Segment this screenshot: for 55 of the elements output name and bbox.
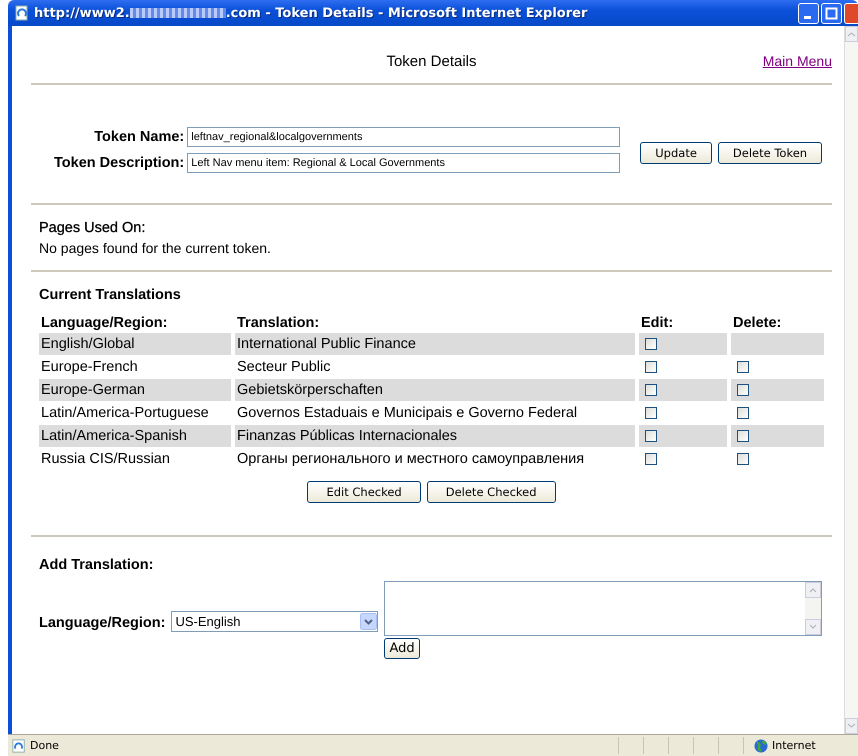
translation-cell-text: Governos Estaduais e Municipais e Governo Federal (236, 404, 578, 423)
language-cell: Latin/America-Spanish (39, 425, 231, 447)
edit-checkbox[interactable] (645, 384, 657, 396)
minimize-button[interactable] (798, 2, 819, 24)
delete-checkbox[interactable] (737, 430, 749, 442)
column-header: Translation: (236, 314, 320, 332)
section-heading: Current Translations (39, 287, 182, 303)
globe-icon (754, 738, 768, 752)
status-text: Done (30, 739, 59, 752)
window-title: http://www2. .com - Token Details - Microsoft Internet Explorer (34, 6, 588, 20)
token-description-label: Token Description: (54, 155, 184, 171)
column-header: Edit: (640, 314, 674, 332)
edit-checkbox[interactable] (645, 361, 657, 374)
edit-checked-button[interactable]: Edit Checked (307, 481, 421, 503)
edit-checkbox[interactable] (645, 338, 657, 350)
translation-cell: Finanzas Públicas Internacionales (235, 425, 635, 447)
delete-checkbox[interactable] (737, 453, 749, 466)
language-region-dropdown[interactable]: US-English (171, 611, 378, 632)
translation-cell: Gebietskörperschaften (235, 379, 635, 401)
translation-cell: International Public Finance (235, 333, 635, 355)
translation-text-area[interactable] (384, 581, 822, 636)
section-heading: Add Translation: (39, 557, 154, 573)
browser-page-icon (12, 738, 26, 752)
column-header: Delete: (732, 314, 782, 332)
edit-checkbox[interactable] (645, 430, 657, 442)
delete-checkbox[interactable] (737, 407, 749, 420)
delete-checkbox[interactable] (737, 384, 749, 396)
delete-checked-button[interactable]: Delete Checked (426, 481, 556, 503)
no-pages-message: No pages found for the current token. (39, 240, 272, 256)
edit-checkbox[interactable] (645, 407, 657, 420)
security-zone-text: Internet (772, 739, 816, 752)
column-header: Language/Region: (40, 314, 168, 332)
translation-cell-text: Secteur Public (236, 358, 332, 377)
language-cell-text: Latin/America-Portuguese (40, 404, 210, 423)
language-cell-text: Europe-French (40, 358, 139, 377)
page-heading: Token Details (386, 52, 477, 70)
token-description-field[interactable]: Left Nav menu item: Regional & Local Governments (187, 153, 620, 173)
token-name-label: Token Name: (93, 129, 184, 145)
section-heading: Pages Used On: (39, 220, 146, 236)
close-button[interactable] (844, 2, 858, 24)
translation-cell-text: Органы регионального и местного самоуправления (236, 450, 586, 469)
language-region-label: Language/Region: (39, 615, 166, 633)
delete-checkbox[interactable] (737, 361, 749, 374)
minimize-icon (804, 16, 811, 18)
delete-token-button[interactable]: Delete Token (718, 142, 822, 164)
edit-checkbox[interactable] (645, 453, 657, 466)
browser-page-icon (14, 5, 30, 21)
token-name-field[interactable]: leftnav_regional&localgovernments (187, 127, 620, 147)
language-cell: English/Global (39, 333, 231, 355)
main-menu-link[interactable]: Main Menu (762, 53, 832, 69)
maximize-button[interactable] (821, 2, 842, 24)
add-button[interactable]: Add (384, 638, 420, 659)
language-cell-text: Russia CIS/Russian (40, 450, 171, 469)
language-cell: Europe-German (39, 379, 231, 401)
update-button[interactable]: Update (640, 142, 712, 164)
